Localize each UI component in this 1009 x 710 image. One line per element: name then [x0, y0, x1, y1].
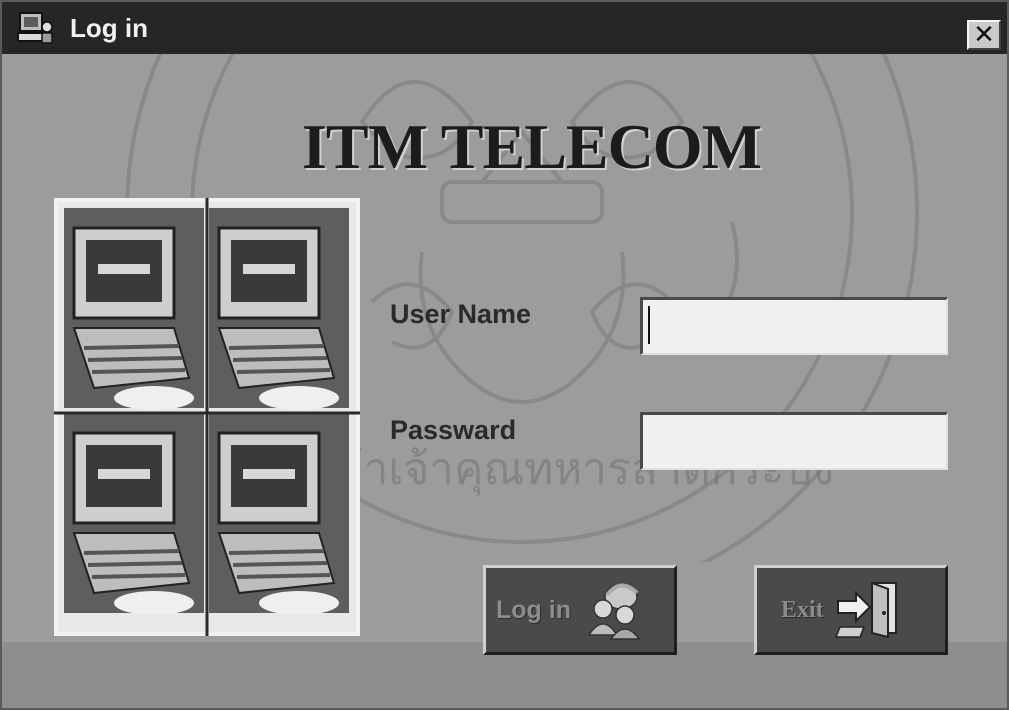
username-label: User Name	[390, 299, 532, 329]
computer-users-icon	[16, 9, 54, 47]
title-bar: Log in ✕	[2, 2, 1007, 54]
computer-collage-image	[54, 198, 360, 636]
login-window: จอมเกล้าเจ้าคุณทหารลาดกระบัง Log in ✕ IT…	[0, 0, 1009, 710]
exit-button-label: Exit	[781, 596, 824, 623]
app-title: ITM TELECOM	[302, 111, 762, 182]
close-icon: ✕	[973, 20, 995, 50]
close-button[interactable]: ✕	[967, 20, 1001, 50]
window-title: Log in	[70, 12, 148, 43]
computer-illustration	[64, 208, 204, 410]
login-button[interactable]: Log in	[483, 565, 677, 655]
users-icon	[581, 575, 647, 646]
exit-door-icon	[834, 575, 904, 646]
exit-button[interactable]: Exit	[754, 565, 948, 655]
password-label: Passward	[390, 415, 517, 445]
password-input[interactable]	[640, 412, 948, 470]
username-input[interactable]	[640, 297, 948, 355]
login-button-label: Log in	[496, 595, 571, 624]
text-caret	[648, 306, 650, 344]
